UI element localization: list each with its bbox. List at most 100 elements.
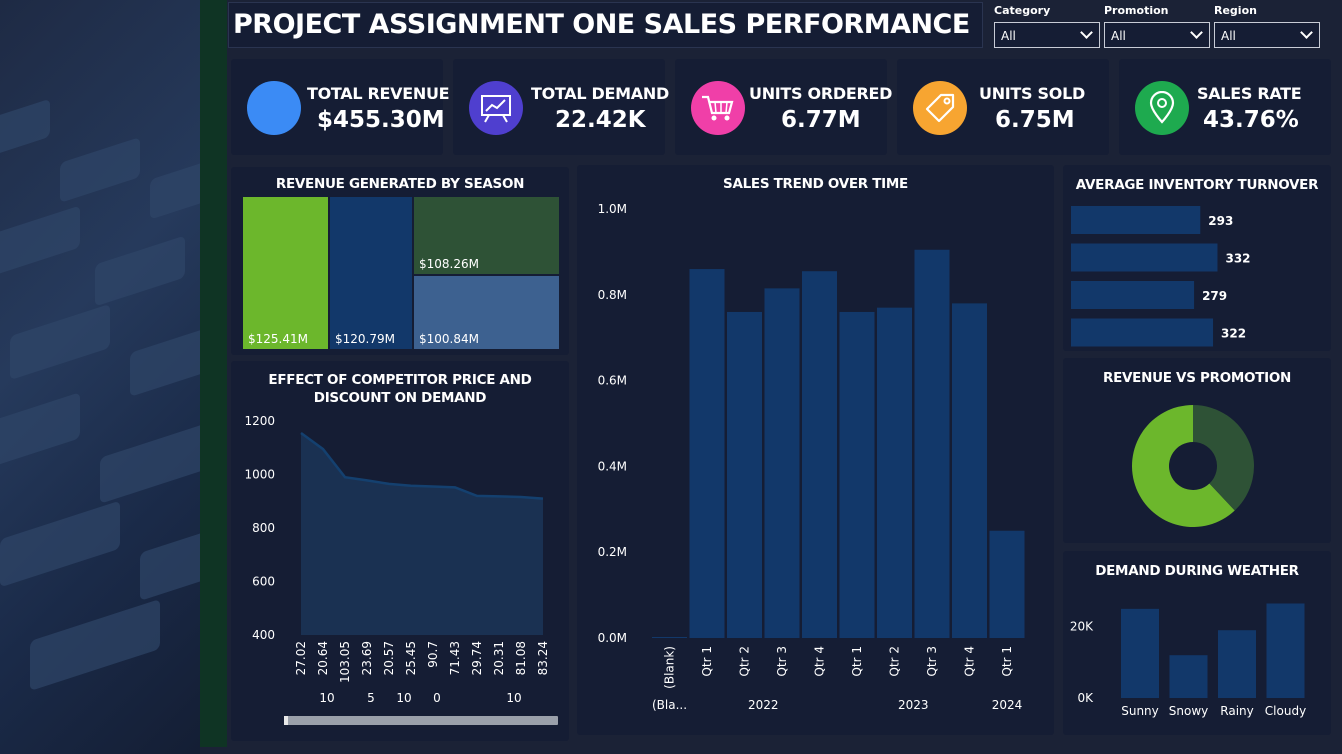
kpi-value: $455.30M: [317, 107, 445, 133]
year-label: 2023: [898, 698, 929, 712]
x-tick-label: Qtr 2: [738, 646, 752, 677]
x-group-label: 5: [367, 691, 375, 705]
kpi-label: TOTAL DEMAND: [531, 84, 669, 103]
x-tick-label: 103.05: [338, 641, 352, 683]
report-title: PROJECT ASSIGNMENT ONE SALES PERFORMANCE: [233, 9, 970, 40]
y-tick-label: 0.8M: [598, 288, 627, 302]
kpi-label: UNITS SOLD: [979, 84, 1085, 103]
weather-bar: [1218, 630, 1256, 698]
weather-bar: [1169, 655, 1208, 698]
category-dropdown[interactable]: All: [994, 22, 1100, 48]
inventory-bar: [1071, 281, 1195, 309]
treemap-tile-label: $100.84M: [419, 332, 479, 346]
trend-bar: [802, 271, 837, 638]
x-tick-label: 20.31: [492, 641, 506, 675]
inventory-bar: [1071, 206, 1201, 234]
x-tick-label: Qtr 1: [700, 646, 714, 677]
weather-bar: [1266, 603, 1305, 698]
inventory-value-label: 293: [1208, 214, 1233, 228]
inventory-value-label: 322: [1221, 327, 1246, 341]
chart-board-icon: [469, 81, 523, 135]
treemap-tile-label: $120.79M: [335, 332, 395, 346]
y-tick-label: 0.4M: [598, 459, 627, 473]
x-tick-label: Qtr 4: [963, 646, 977, 677]
x-tick-label: (Blank): [663, 646, 677, 689]
inventory-card: AVERAGE INVENTORY TURNOVER 293 332 279 322: [1063, 165, 1331, 351]
y-tick-label: 1000: [244, 468, 275, 482]
y-tick-label: 400: [252, 628, 275, 642]
kpi-label: TOTAL REVENUE: [307, 84, 450, 103]
inventory-bar-chart: 293 332 279 322: [1071, 206, 1251, 347]
kpi-total-demand: TOTAL DEMAND 22.42K: [453, 59, 669, 155]
season-treemap-card: REVENUE GENERATED BY SEASON $125.41M $120…: [231, 167, 569, 355]
sales-trend-bar-chart: 1.0M 0.8M 0.6M 0.4M 0.2M 0.0M (Blank) Qtr 1 Qtr …: [598, 202, 1025, 712]
chevron-down-icon: [1190, 26, 1203, 39]
trend-bar: [877, 307, 912, 638]
trend-bar: [914, 249, 950, 638]
x-tick-label: Qtr 1: [1000, 646, 1014, 677]
background-image: [0, 0, 200, 754]
kpi-units-sold: UNITS SOLD 6.75M: [897, 59, 1109, 155]
category-value: All: [1001, 29, 1016, 43]
treemap-tile[interactable]: $125.41M: [243, 197, 328, 349]
category-slicer-label: Category: [994, 4, 1051, 17]
inventory-bar: [1071, 243, 1218, 272]
x-tick-label: Rainy: [1220, 704, 1253, 718]
x-tick-label: 83.24: [536, 641, 550, 675]
x-group-label: 10: [396, 691, 411, 705]
trend-bar: [689, 269, 725, 638]
promotion-value: All: [1111, 29, 1126, 43]
x-tick-label: 20.64: [316, 641, 330, 675]
kpi-value: 6.77M: [781, 107, 861, 133]
tag-icon: [913, 81, 967, 135]
region-value: All: [1221, 29, 1236, 43]
region-slicer-label: Region: [1214, 4, 1257, 17]
x-tick-label: 20.57: [382, 641, 396, 675]
treemap-tile-label: $108.26M: [419, 257, 479, 271]
promotion-dropdown[interactable]: All: [1104, 22, 1210, 48]
trend-bar: [952, 303, 987, 638]
kpi-total-revenue: TOTAL REVENUE $455.30M: [231, 59, 450, 155]
area-fill: [301, 433, 543, 635]
location-pin-icon: [1135, 81, 1189, 135]
x-tick-label: 23.69: [360, 641, 374, 675]
kpi-value: 6.75M: [995, 107, 1075, 133]
treemap-tile[interactable]: $100.84M: [414, 276, 559, 349]
cart-icon: [691, 81, 745, 135]
trend-bar: [989, 530, 1025, 638]
x-tick-label: 90.7: [426, 641, 440, 668]
circle-icon: [247, 81, 301, 135]
y-tick-label: 0.0M: [598, 631, 627, 645]
weather-card: DEMAND DURING WEATHER 20K 0K Sunny Snowy Rai…: [1063, 551, 1331, 735]
x-tick-label: Qtr 2: [888, 646, 902, 677]
competitor-area-chart: 1200 1000 800 600 400 27.02 20.64 103.05 23.69 20…: [244, 414, 550, 705]
scrollbar-thumb[interactable]: [284, 716, 288, 725]
y-tick-label: 0.6M: [598, 374, 627, 388]
region-dropdown[interactable]: All: [1214, 22, 1320, 48]
y-tick-label: 800: [252, 521, 275, 535]
y-tick-label: 1.0M: [598, 202, 627, 216]
trend-bar: [839, 311, 875, 638]
kpi-label: SALES RATE: [1197, 84, 1302, 103]
category-slicer[interactable]: Category All: [994, 4, 1100, 48]
x-tick-label: Snowy: [1169, 704, 1208, 718]
x-tick-label: 81.08: [514, 641, 528, 675]
treemap-tile[interactable]: $120.79M: [330, 197, 412, 349]
kpi-units-ordered: UNITS ORDERED 6.77M: [675, 59, 892, 155]
x-group-label: 10: [319, 691, 334, 705]
trend-bar: [652, 637, 687, 638]
treemap-tile[interactable]: $108.26M: [414, 197, 559, 274]
horizontal-scrollbar[interactable]: [284, 716, 558, 725]
kpi-sales-rate: SALES RATE 43.76%: [1119, 59, 1331, 155]
kpi-value: 22.42K: [555, 107, 646, 133]
x-group-label: 10: [506, 691, 521, 705]
side-strip: [200, 0, 227, 747]
treemap-tile-label: $125.41M: [248, 332, 308, 346]
trend-bar: [727, 311, 762, 638]
region-slicer[interactable]: Region All: [1214, 4, 1320, 48]
x-tick-label: 25.45: [404, 641, 418, 675]
competitor-chart-card: EFFECT OF COMPETITOR PRICE AND DISCOUNT …: [231, 361, 569, 741]
y-tick-label: 0K: [1077, 691, 1094, 705]
promotion-slicer[interactable]: Promotion All: [1104, 4, 1210, 48]
x-tick-label: Qtr 1: [850, 646, 864, 677]
